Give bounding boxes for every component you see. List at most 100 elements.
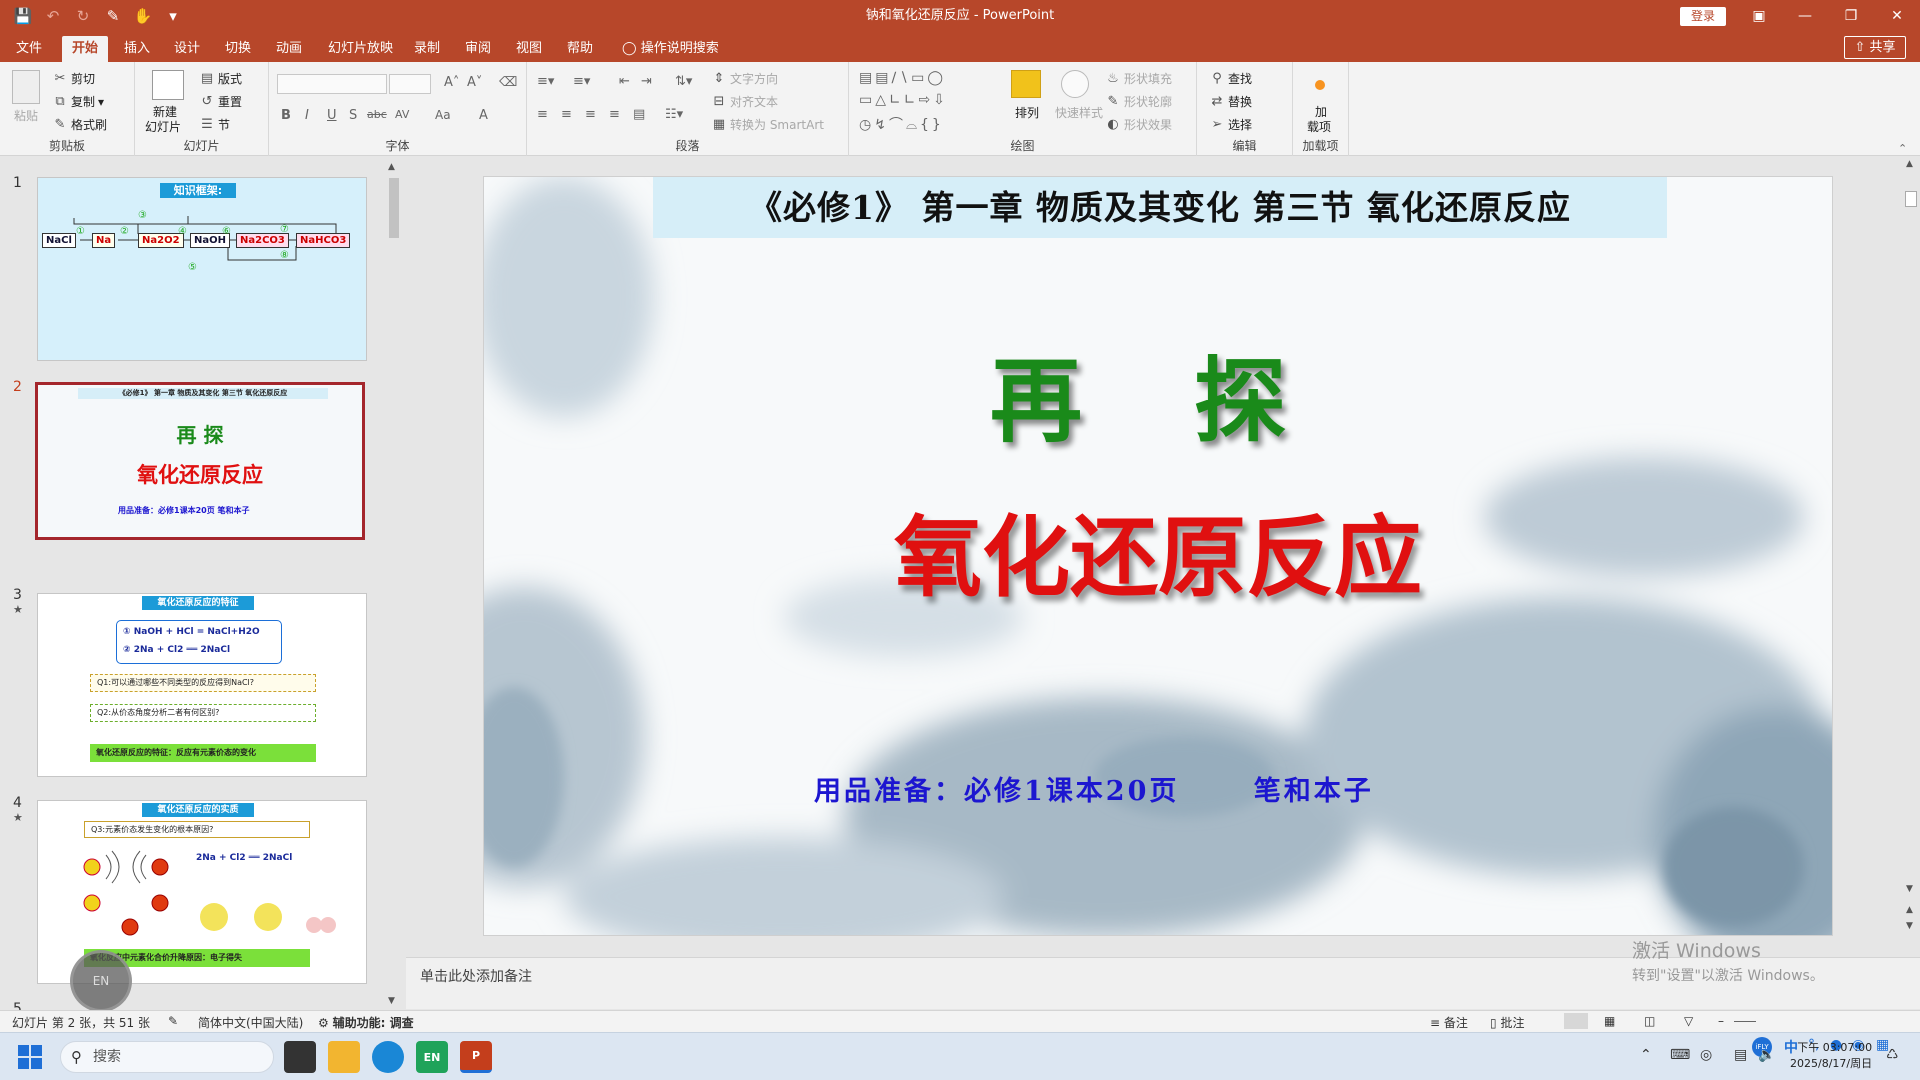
slide-canvas[interactable]: 《必修1》 第一章 物质及其变化 第三节 氧化还原反应 再 探 氧化还原反应 用…: [483, 176, 1833, 936]
next-slide-icon[interactable]: ▼: [1906, 921, 1913, 931]
language-indicator[interactable]: 简体中文(中国大陆): [198, 1014, 303, 1031]
justify-icon[interactable]: ≡: [609, 107, 620, 122]
addins-icon[interactable]: [1315, 80, 1325, 90]
distributed-icon[interactable]: ▤: [633, 107, 645, 122]
align-left-icon[interactable]: ≡: [537, 107, 548, 122]
numbering-icon[interactable]: ≡▾: [573, 74, 590, 89]
copy-button[interactable]: ⧉ 复制 ▾: [52, 93, 104, 110]
text-direction-button[interactable]: ⇕ 文字方向: [711, 70, 778, 87]
ime-floating-badge[interactable]: EN: [70, 950, 132, 1012]
scroll-down-icon[interactable]: ▼: [1906, 884, 1913, 894]
slide-title-main[interactable]: 再 探: [484, 327, 1832, 460]
bold-button[interactable]: B: [281, 108, 291, 123]
edge-browser-icon[interactable]: [372, 1041, 404, 1073]
slide-thumbnail-3[interactable]: 氧化还原反应的特征 ① NaOH + HCl = NaCl+H2O ② 2Na …: [37, 593, 367, 777]
tab-home[interactable]: 开始: [62, 36, 109, 62]
scroll-thumb[interactable]: [389, 178, 399, 238]
reading-view-icon[interactable]: ◫: [1644, 1014, 1655, 1028]
quick-styles-button[interactable]: 快速样式: [1055, 104, 1103, 121]
en-app-icon[interactable]: EN: [416, 1041, 448, 1073]
slide-header-banner[interactable]: 《必修1》 第一章 物质及其变化 第三节 氧化还原反应: [653, 177, 1667, 238]
reset-button[interactable]: ↺ 重置: [199, 93, 242, 110]
shape-fill-button[interactable]: ♨ 形状填充: [1105, 70, 1172, 87]
slide-sorter-icon[interactable]: ▦: [1604, 1014, 1615, 1028]
file-explorer-icon[interactable]: [328, 1041, 360, 1073]
volume-icon[interactable]: 🔈: [1758, 1047, 1775, 1063]
decrease-indent-icon[interactable]: ⇤: [619, 74, 630, 89]
tab-help[interactable]: 帮助: [557, 36, 603, 62]
new-slide-line2[interactable]: 幻灯片: [145, 118, 181, 135]
slide-thumbnail-1[interactable]: 知识框架: NaCl Na Na2O2 NaOH Na2CO3 NaHCO3 ①…: [37, 177, 367, 361]
keyboard-icon[interactable]: ⌨: [1670, 1047, 1690, 1063]
ribbon-display-icon[interactable]: ▣: [1736, 0, 1782, 32]
login-button[interactable]: 登录: [1680, 7, 1726, 26]
shape-outline-button[interactable]: ✎ 形状轮廓: [1105, 93, 1172, 110]
tab-transitions[interactable]: 切换: [215, 36, 261, 62]
clear-format-icon[interactable]: ⌫: [499, 75, 517, 90]
accessibility-checker[interactable]: ⚙ 辅助功能: 调查: [318, 1014, 414, 1031]
tab-slideshow[interactable]: 幻灯片放映: [318, 36, 403, 62]
font-name-combo[interactable]: [277, 74, 387, 94]
arrange-icon[interactable]: [1011, 70, 1041, 98]
shape-effects-button[interactable]: ◐ 形状效果: [1105, 116, 1172, 133]
increase-indent-icon[interactable]: ⇥: [641, 74, 652, 89]
font-color-button[interactable]: A: [479, 108, 488, 123]
format-painter-button[interactable]: ✎ 格式刷: [52, 116, 107, 133]
quick-styles-icon[interactable]: [1061, 70, 1089, 98]
italic-button[interactable]: I: [305, 108, 309, 123]
tab-insert[interactable]: 插入: [114, 36, 160, 62]
arrange-button[interactable]: 排列: [1015, 104, 1039, 121]
normal-view-icon[interactable]: [1564, 1013, 1588, 1029]
minimize-icon[interactable]: —: [1782, 0, 1828, 32]
underline-button[interactable]: U: [327, 108, 337, 123]
slide-materials-note[interactable]: 用品准备：必修1课本20页 笔和本子: [814, 769, 1374, 808]
taskbar-search[interactable]: ⚲ 搜索: [60, 1041, 274, 1073]
scroll-up-icon[interactable]: ▲: [1906, 159, 1913, 169]
font-size-combo[interactable]: [389, 74, 431, 94]
find-button[interactable]: ⚲ 查找: [1209, 70, 1252, 87]
tab-record[interactable]: 录制: [404, 36, 450, 62]
tab-file[interactable]: 文件: [6, 36, 52, 62]
thumbnail-scrollbar[interactable]: ▲ ▼: [386, 160, 402, 1010]
change-case-button[interactable]: Aa: [435, 108, 451, 122]
collapse-ribbon-icon[interactable]: ⌃: [1898, 142, 1907, 155]
cut-button[interactable]: ✂ 剪切: [52, 70, 95, 87]
layout-button[interactable]: ▤ 版式: [199, 70, 242, 87]
scroll-up-icon[interactable]: ▲: [388, 162, 395, 172]
line-spacing-icon[interactable]: ⇅▾: [675, 74, 692, 89]
tray-app-icon[interactable]: ◎: [1700, 1047, 1712, 1063]
new-slide-icon[interactable]: [152, 70, 184, 100]
zoom-slider[interactable]: [1734, 1021, 1756, 1022]
decrease-font-icon[interactable]: A˅: [467, 75, 482, 90]
notes-toggle[interactable]: ≡ 备注: [1430, 1014, 1468, 1031]
align-right-icon[interactable]: ≡: [585, 107, 596, 122]
tell-me-search[interactable]: ◯ 操作说明搜索: [612, 36, 729, 62]
shadow-button[interactable]: S: [349, 108, 357, 123]
share-button[interactable]: ⇧ 共享: [1844, 36, 1906, 59]
replace-button[interactable]: ⇄ 替换: [1209, 93, 1252, 110]
section-button[interactable]: ☰ 节: [199, 116, 230, 133]
task-view-icon[interactable]: [284, 1041, 316, 1073]
smartart-button[interactable]: ▦ 转换为 SmartArt: [711, 116, 824, 133]
slide-scrollbar[interactable]: ▲ ▼ ▲ ▼: [1902, 157, 1920, 957]
taskbar-clock[interactable]: 下午 03:07:00 2025/8/17/周日: [1790, 1040, 1872, 1072]
paste-button[interactable]: 粘贴: [14, 107, 38, 124]
slide-title-sub[interactable]: 氧化还原反应: [484, 487, 1832, 614]
close-icon[interactable]: ✕: [1874, 0, 1920, 32]
strikethrough-button[interactable]: abc: [367, 108, 387, 121]
previous-slide-icon[interactable]: ▲: [1906, 905, 1913, 915]
restore-icon[interactable]: ❐: [1828, 0, 1874, 32]
network-icon[interactable]: ▤: [1734, 1047, 1747, 1063]
slide-thumbnail-2[interactable]: 《必修1》 第一章 物质及其变化 第三节 氧化还原反应 再 探 氧化还原反应 用…: [35, 382, 365, 540]
bullets-icon[interactable]: ≡▾: [537, 74, 554, 89]
shapes-gallery[interactable]: ▤▤∕∖▭◯: [859, 70, 946, 86]
tab-animations[interactable]: 动画: [266, 36, 312, 62]
char-spacing-button[interactable]: AV: [395, 108, 409, 121]
align-center-icon[interactable]: ≡: [561, 107, 572, 122]
shapes-gallery-row3[interactable]: ◷↯⌒⌓{}: [859, 114, 944, 134]
shapes-gallery-row2[interactable]: ▭△∟∟⇨⇩: [859, 92, 948, 108]
columns-icon[interactable]: ☷▾: [665, 107, 683, 122]
zoom-out-icon[interactable]: –: [1718, 1014, 1724, 1028]
scroll-down-icon[interactable]: ▼: [388, 996, 395, 1006]
addins-line2[interactable]: 载项: [1307, 118, 1331, 135]
